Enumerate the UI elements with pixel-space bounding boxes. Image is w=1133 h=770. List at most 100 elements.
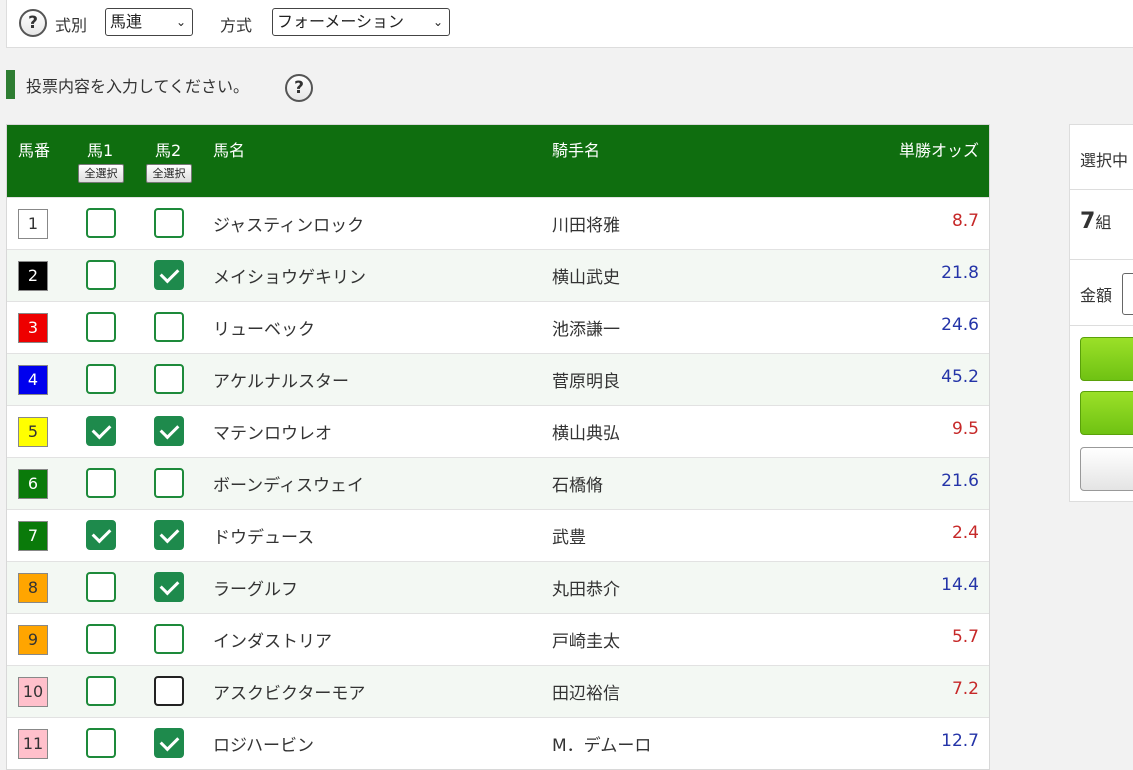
table-row: 11 ロジハービン M．デムーロ 12.7 — [7, 717, 989, 769]
table-row: 9 インダストリア 戸崎圭太 5.7 — [7, 613, 989, 665]
horse1-checkbox[interactable] — [86, 676, 116, 706]
win-odds: 9.5 — [951, 419, 979, 439]
jockey-name: 横山武史 — [552, 268, 620, 288]
horse2-checkbox[interactable] — [154, 624, 184, 654]
win-odds: 45.2 — [941, 367, 979, 387]
horse1-checkbox[interactable] — [86, 572, 116, 602]
horse-number-badge: 6 — [18, 469, 48, 499]
horse1-checkbox[interactable] — [86, 520, 116, 550]
shiki-select-value: 馬連 — [110, 12, 143, 31]
horse1-checkbox[interactable] — [86, 416, 116, 446]
horse-number-badge: 1 — [18, 209, 48, 239]
win-odds: 2.4 — [951, 523, 979, 543]
jockey-name: 菅原明良 — [552, 372, 620, 392]
horse-number-badge: 5 — [18, 417, 48, 447]
chevron-down-icon: ⌄ — [432, 15, 443, 29]
horse-number-badge: 3 — [18, 313, 48, 343]
table-row: 5 マテンロウレオ 横山典弘 9.5 — [7, 405, 989, 457]
horse-name: インダストリア — [213, 632, 332, 652]
select-all-horse1-button[interactable]: 全選択 — [78, 164, 124, 183]
table-row: 2 メイショウゲキリン 横山武史 21.8 — [7, 249, 989, 301]
bet-type-bar: ? 式別 馬連 ⌄ 方式 フォーメーション ⌄ — [6, 0, 1133, 48]
horse2-checkbox[interactable] — [154, 208, 184, 238]
clear-button[interactable] — [1080, 447, 1133, 491]
table-row: 6 ボーンディスウェイ 石橋脩 21.6 — [7, 457, 989, 509]
horse-name: ラーグルフ — [213, 580, 298, 600]
shiki-label: 式別 — [55, 16, 88, 35]
combination-count-number: 7 — [1080, 209, 1096, 234]
horse1-checkbox[interactable] — [86, 260, 116, 290]
horse-name: マテンロウレオ — [213, 424, 332, 444]
horse-name: アスクビクターモア — [213, 684, 366, 704]
divider — [1070, 325, 1133, 326]
horse1-checkbox[interactable] — [86, 208, 116, 238]
header-odds: 単勝オッズ — [898, 141, 979, 160]
header-horse1: 馬1 — [87, 141, 114, 160]
horse1-checkbox[interactable] — [86, 728, 116, 758]
hoshiki-select-value: フォーメーション — [277, 12, 405, 31]
horse1-checkbox[interactable] — [86, 624, 116, 654]
combination-count-unit: 組 — [1095, 213, 1112, 232]
table-body: 1 ジャスティンロック 川田将雅 8.7 2 メイショウゲキリン 横山武史 21.8 3 リューベ… — [7, 197, 989, 769]
horse2-checkbox[interactable] — [154, 520, 184, 550]
jockey-name: 石橋脩 — [552, 476, 603, 496]
table-row: 10 アスクビクターモア 田辺裕信 7.2 — [7, 665, 989, 717]
header-horse2: 馬2 — [155, 141, 182, 160]
horse-name: リューベック — [213, 320, 315, 340]
table-row: 7 ドウデュース 武豊 2.4 — [7, 509, 989, 561]
horse2-checkbox[interactable] — [154, 260, 184, 290]
horse2-checkbox[interactable] — [154, 676, 184, 706]
horse-name: ドウデュース — [213, 528, 315, 548]
add-button[interactable] — [1080, 391, 1133, 435]
horse-name: ロジハービン — [213, 736, 314, 756]
jockey-name: 川田将雅 — [552, 216, 620, 236]
header-jockey: 騎手名 — [552, 141, 601, 160]
horse2-checkbox[interactable] — [154, 416, 184, 446]
horse-table: 馬番 馬1 馬2 馬名 騎手名 単勝オッズ 全選択 全選択 1 ジャスティンロック… — [6, 124, 990, 770]
horse-number-badge: 7 — [18, 521, 48, 551]
horse2-checkbox[interactable] — [154, 572, 184, 602]
confirm-button[interactable] — [1080, 337, 1133, 381]
jockey-name: 池添謙一 — [552, 320, 620, 340]
divider — [1070, 189, 1133, 190]
horse2-checkbox[interactable] — [154, 312, 184, 342]
horse-number-badge: 11 — [18, 729, 48, 759]
table-row: 8 ラーグルフ 丸田恭介 14.4 — [7, 561, 989, 613]
horse2-checkbox[interactable] — [154, 468, 184, 498]
shiki-select[interactable]: 馬連 ⌄ — [105, 8, 193, 36]
win-odds: 14.4 — [941, 575, 979, 595]
horse1-checkbox[interactable] — [86, 468, 116, 498]
jockey-name: 横山典弘 — [552, 424, 620, 444]
notice-text: 投票内容を入力してください。 — [26, 77, 250, 96]
table-header: 馬番 馬1 馬2 馬名 騎手名 単勝オッズ 全選択 全選択 — [7, 125, 989, 197]
help-icon[interactable]: ? — [285, 74, 313, 102]
selection-summary-panel: 選択中 7組 金額 — [1069, 124, 1133, 502]
table-row: 1 ジャスティンロック 川田将雅 8.7 — [7, 197, 989, 249]
notice-accent — [6, 70, 15, 99]
horse-number-badge: 10 — [18, 677, 48, 707]
horse1-checkbox[interactable] — [86, 312, 116, 342]
amount-input[interactable] — [1122, 273, 1133, 315]
win-odds: 21.6 — [941, 471, 979, 491]
horse-name: ジャスティンロック — [213, 216, 365, 236]
jockey-name: 武豊 — [552, 528, 586, 548]
jockey-name: M．デムーロ — [552, 736, 652, 756]
header-name: 馬名 — [213, 141, 246, 160]
jockey-name: 丸田恭介 — [552, 580, 620, 600]
help-icon[interactable]: ? — [19, 9, 47, 37]
hoshiki-select[interactable]: フォーメーション ⌄ — [272, 8, 450, 36]
win-odds: 24.6 — [941, 315, 979, 335]
win-odds: 8.7 — [951, 211, 979, 231]
horse-name: メイショウゲキリン — [213, 268, 366, 288]
horse2-checkbox[interactable] — [154, 728, 184, 758]
horse2-checkbox[interactable] — [154, 364, 184, 394]
horse-name: アケルナルスター — [213, 372, 349, 392]
chevron-down-icon: ⌄ — [175, 15, 186, 29]
hoshiki-label: 方式 — [220, 16, 253, 35]
select-all-horse2-button[interactable]: 全選択 — [146, 164, 192, 183]
table-row: 3 リューベック 池添謙一 24.6 — [7, 301, 989, 353]
horse1-checkbox[interactable] — [86, 364, 116, 394]
header-num: 馬番 — [18, 141, 51, 160]
divider — [1070, 259, 1133, 260]
selected-label: 選択中 — [1080, 151, 1129, 170]
